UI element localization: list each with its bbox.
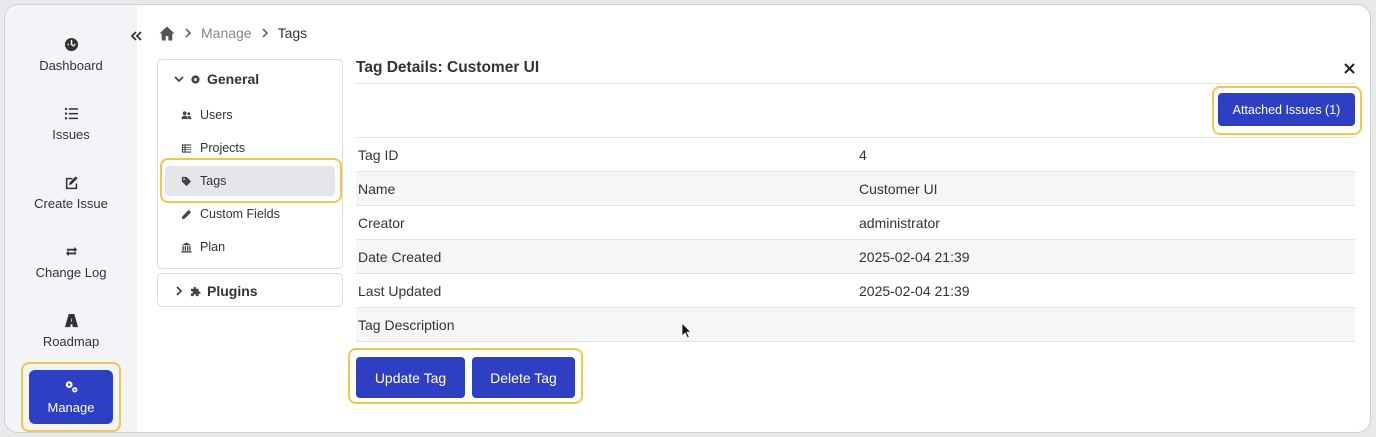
breadcrumb: Manage Tags [159,23,307,43]
submenu-label-plan: Plan [200,240,226,254]
detail-label: Name [358,180,396,197]
submenu-label-projects: Projects [200,141,246,155]
pencil-icon [181,209,192,219]
dashboard-icon [64,37,78,52]
gears-icon [65,381,77,393]
submenu-label-tags: Tags [200,174,227,188]
change-log-icon [65,246,77,257]
puzzle-icon [190,286,201,296]
submenu-general-label: General [207,71,260,87]
detail-row-tag-id: Tag ID 4 [356,138,1355,172]
chevron-right-icon [262,28,268,38]
delete-tag-button[interactable]: Delete Tag [472,357,575,398]
attached-issues-button[interactable]: Attached Issues (1) [1218,93,1355,126]
submenu-group-general[interactable]: General [174,71,259,87]
collapse-sidebar-button[interactable] [127,27,145,45]
detail-label: Tag Description [358,316,455,333]
submenu-item-users[interactable]: Users [165,100,335,130]
nav-item-manage[interactable]: Manage [29,370,113,424]
detail-row-creator: Creator administrator [356,206,1355,240]
gear-icon [191,74,200,84]
nav-item-roadmap[interactable]: Roadmap [27,303,115,359]
detail-label: Tag ID [358,146,399,163]
roadmap-icon [64,313,78,328]
nav-item-dashboard[interactable]: Dashboard [27,27,115,83]
update-tag-button[interactable]: Update Tag [356,357,465,398]
detail-row-tag-description: Tag Description [356,308,1355,342]
nav-label-roadmap: Roadmap [42,334,100,349]
detail-value: Customer UI [859,180,938,197]
submenu-item-custom-fields[interactable]: Custom Fields [165,199,335,229]
submenu-label-custom-fields: Custom Fields [200,207,280,221]
chevron-down-icon [174,76,184,83]
submenu-item-projects[interactable]: Projects [165,133,335,163]
breadcrumb-manage[interactable]: Manage [201,25,252,41]
detail-value: 2025-02-04 21:39 [859,248,970,265]
double-chevron-left-icon [130,31,142,41]
users-icon [181,110,192,119]
nav-label-change-log: Change Log [35,265,107,280]
nav-label-issues: Issues [52,127,90,142]
chevron-right-icon [176,286,183,296]
submenu-plugins-box: Plugins [157,273,343,307]
submenu-label-users: Users [200,108,233,122]
submenu-plugins-label: Plugins [207,283,258,299]
detail-label: Date Created [358,248,442,265]
bank-icon [181,241,192,253]
mouse-cursor-icon [681,322,692,339]
home-icon[interactable] [159,26,175,41]
close-icon [1343,62,1355,74]
tag-icon [181,176,192,186]
nav-item-change-log[interactable]: Change Log [27,234,115,290]
close-button[interactable] [1340,59,1358,77]
detail-value: 2025-02-04 21:39 [859,282,970,299]
submenu-item-plan[interactable]: Plan [165,232,335,262]
edit-icon [65,176,78,190]
chevron-right-icon [185,28,192,38]
nav-label-dashboard: Dashboard [39,58,103,73]
app-window: Dashboard Issues Create Issue Change Log… [4,4,1371,433]
panel-title: Tag Details: Customer UI [356,59,540,76]
nav-item-create-issue[interactable]: Create Issue [27,165,115,221]
detail-value: 4 [859,146,867,163]
detail-value: administrator [859,214,940,231]
left-nav: Dashboard Issues Create Issue Change Log… [5,5,137,432]
list-icon [64,107,78,120]
detail-row-last-updated: Last Updated 2025-02-04 21:39 [356,274,1355,308]
nav-label-manage: Manage [47,400,95,415]
tag-details-table: Tag ID 4 Name Customer UI Creator admini… [356,138,1355,342]
projects-icon [181,143,192,153]
manage-submenu: General Users Projects Tags Custom Field… [157,59,343,269]
nav-label-create-issue: Create Issue [34,196,108,211]
submenu-item-tags[interactable]: Tags [165,166,335,196]
divider [356,83,1355,84]
detail-row-name: Name Customer UI [356,172,1355,206]
detail-label: Creator [358,214,405,231]
detail-label: Last Updated [358,282,442,299]
nav-item-issues[interactable]: Issues [27,96,115,152]
submenu-group-plugins[interactable]: Plugins [174,283,258,299]
breadcrumb-tags: Tags [277,25,308,41]
detail-row-date-created: Date Created 2025-02-04 21:39 [356,240,1355,274]
